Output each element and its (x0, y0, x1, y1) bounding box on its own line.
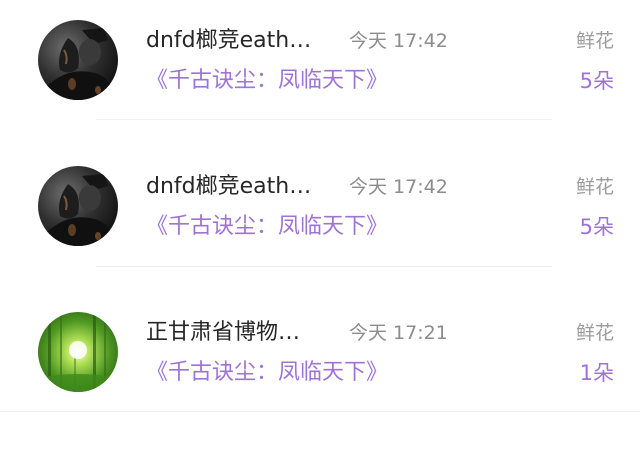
divider (96, 119, 552, 120)
divider (96, 266, 552, 267)
book-title-link[interactable]: 《千古诀尘：凤临天下》 (146, 213, 388, 241)
book-title-link[interactable]: 《千古诀尘：凤临天下》 (146, 67, 388, 95)
dark-portrait-avatar-icon (38, 166, 118, 246)
dark-portrait-avatar-icon (38, 20, 118, 100)
divider (0, 411, 640, 412)
book-title-link[interactable]: 《千古诀尘：凤临天下》 (146, 359, 388, 387)
timestamp: 今天 17:42 (349, 176, 448, 198)
gift-count: 1朵 (579, 361, 614, 385)
sender-name[interactable]: dnfd榔竞eath… (146, 27, 311, 55)
gift-type-label: 鲜花 (575, 30, 614, 52)
sender-name[interactable]: dnfd榔竞eath… (146, 173, 311, 201)
avatar[interactable] (38, 20, 118, 100)
avatar[interactable] (38, 312, 118, 392)
timestamp: 今天 17:21 (349, 322, 448, 344)
gift-record-list: dnfd榔竞eath… 今天 17:42 鲜花 《千古诀尘：凤临天下》 5朵 d… (0, 0, 640, 453)
gift-type-label: 鲜花 (575, 176, 614, 198)
timestamp: 今天 17:42 (349, 30, 448, 52)
list-item[interactable]: dnfd榔竞eath… 今天 17:42 鲜花 《千古诀尘：凤临天下》 5朵 (0, 146, 640, 292)
gift-count: 5朵 (579, 215, 614, 239)
list-item[interactable]: 正甘肃省博物… 今天 17:21 鲜花 《千古诀尘：凤临天下》 1朵 (0, 292, 640, 438)
list-item[interactable]: dnfd榔竞eath… 今天 17:42 鲜花 《千古诀尘：凤临天下》 5朵 (0, 0, 640, 146)
sender-name[interactable]: 正甘肃省博物… (146, 319, 300, 347)
green-forest-avatar-icon (38, 312, 118, 392)
gift-count: 5朵 (579, 69, 614, 93)
gift-type-label: 鲜花 (575, 322, 614, 344)
avatar[interactable] (38, 166, 118, 246)
